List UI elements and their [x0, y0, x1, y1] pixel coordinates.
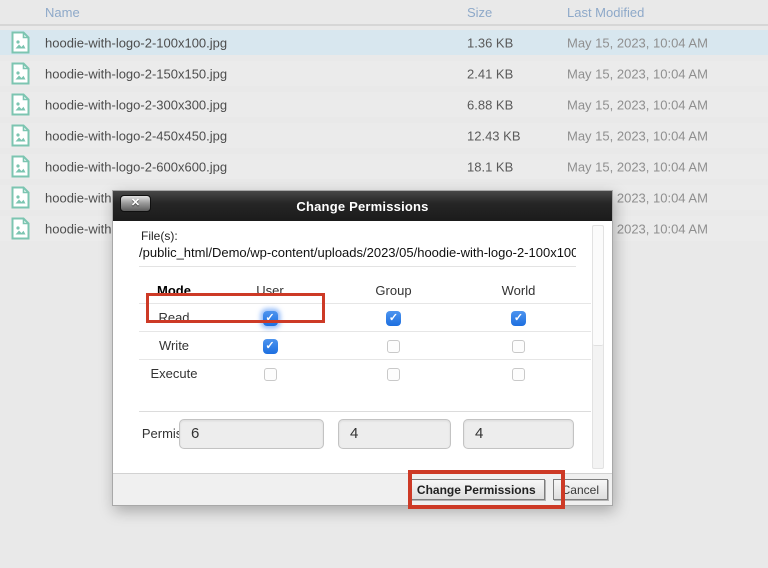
- file-size: 12.43 KB: [467, 128, 521, 143]
- dialog-title: Change Permissions: [296, 199, 428, 214]
- checkbox-read-world[interactable]: ✓: [511, 311, 526, 326]
- permission-row-execute: Execute: [139, 359, 591, 387]
- permission-row-read: Read ✓ ✓ ✓: [139, 303, 591, 331]
- file-row[interactable]: hoodie-with-logo-2-100x100.jpg 1.36 KB M…: [0, 30, 768, 55]
- image-file-icon: [11, 124, 30, 147]
- file-size: 1.36 KB: [467, 35, 513, 50]
- mode-label-write: Write: [139, 338, 209, 353]
- file-size: 18.1 KB: [467, 159, 513, 174]
- column-header-last-modified[interactable]: Last Modified: [567, 5, 644, 20]
- header-group: Group: [331, 283, 456, 298]
- file-name: hoodie-with-logo-2-300x300.jpg: [45, 97, 227, 112]
- permission-input-world[interactable]: 4: [463, 419, 574, 449]
- file-name: hoodie-with-logo-2-600x600.jpg: [45, 159, 227, 174]
- permissions-table-header: Mode User Group World: [139, 277, 591, 303]
- dialog-titlebar: ✕ Change Permissions: [113, 191, 612, 221]
- checkbox-write-world[interactable]: [512, 340, 525, 353]
- image-file-icon: [11, 155, 30, 178]
- header-user: User: [209, 283, 331, 298]
- header-world: World: [456, 283, 581, 298]
- file-modified: May 15, 2023, 10:04 AM: [567, 128, 708, 143]
- file-size: 6.88 KB: [467, 97, 513, 112]
- file-path: /public_html/Demo/wp-content/uploads/202…: [139, 245, 576, 267]
- checkbox-write-group[interactable]: [387, 340, 400, 353]
- image-file-icon: [11, 186, 30, 209]
- header-mode: Mode: [139, 283, 209, 298]
- list-header: Name Size Last Modified: [0, 0, 768, 26]
- checkbox-execute-group[interactable]: [387, 368, 400, 381]
- file-name: hoodie-with-logo-2-450x450.jpg: [45, 128, 227, 143]
- image-file-icon: [11, 217, 30, 240]
- file-modified: May 15, 2023, 10:04 AM: [567, 66, 708, 81]
- file-row[interactable]: hoodie-with-logo-2-600x600.jpg 18.1 KB M…: [0, 154, 768, 179]
- files-label: File(s):: [141, 229, 178, 243]
- mode-label-read: Read: [139, 310, 209, 325]
- close-icon[interactable]: ✕: [120, 195, 151, 212]
- file-size: 2.41 KB: [467, 66, 513, 81]
- dialog-scrollbar[interactable]: [592, 225, 604, 469]
- dialog-footer: Change Permissions Cancel: [113, 473, 612, 505]
- image-file-icon: [11, 62, 30, 85]
- mode-label-execute: Execute: [139, 366, 209, 381]
- file-modified: May 15, 2023, 10:04 AM: [567, 35, 708, 50]
- permission-numeric-row: Permission 6 4 4: [139, 411, 591, 453]
- file-modified: May 15, 2023, 10:04 AM: [567, 159, 708, 174]
- permission-input-group[interactable]: 4: [338, 419, 451, 449]
- image-file-icon: [11, 31, 30, 54]
- cancel-button[interactable]: Cancel: [553, 479, 608, 500]
- change-permissions-button[interactable]: Change Permissions: [408, 479, 545, 500]
- file-name: hoodie-with-: [45, 190, 116, 205]
- checkbox-execute-world[interactable]: [512, 368, 525, 381]
- file-modified: May 15, 2023, 10:04 AM: [567, 97, 708, 112]
- file-row[interactable]: hoodie-with-logo-2-300x300.jpg 6.88 KB M…: [0, 92, 768, 117]
- permission-row-write: Write ✓: [139, 331, 591, 359]
- checkbox-write-user[interactable]: ✓: [263, 339, 278, 354]
- file-name: hoodie-with-logo-2-100x100.jpg: [45, 35, 227, 50]
- file-name: hoodie-with-: [45, 221, 116, 236]
- file-name: hoodie-with-logo-2-150x150.jpg: [45, 66, 227, 81]
- column-header-name[interactable]: Name: [45, 5, 80, 20]
- permission-input-user[interactable]: 6: [179, 419, 324, 449]
- change-permissions-dialog: ✕ Change Permissions File(s): /public_ht…: [112, 190, 613, 506]
- permissions-table: Mode User Group World Read ✓ ✓ ✓ Write ✓…: [139, 277, 591, 387]
- file-row[interactable]: hoodie-with-logo-2-450x450.jpg 12.43 KB …: [0, 123, 768, 148]
- column-header-size[interactable]: Size: [467, 5, 492, 20]
- dialog-body: File(s): /public_html/Demo/wp-content/up…: [113, 221, 612, 474]
- checkbox-read-group[interactable]: ✓: [386, 311, 401, 326]
- file-row[interactable]: hoodie-with-logo-2-150x150.jpg 2.41 KB M…: [0, 61, 768, 86]
- scrollbar-thumb[interactable]: [593, 226, 603, 346]
- checkbox-execute-user[interactable]: [264, 368, 277, 381]
- checkbox-read-user[interactable]: ✓: [263, 311, 278, 326]
- image-file-icon: [11, 93, 30, 116]
